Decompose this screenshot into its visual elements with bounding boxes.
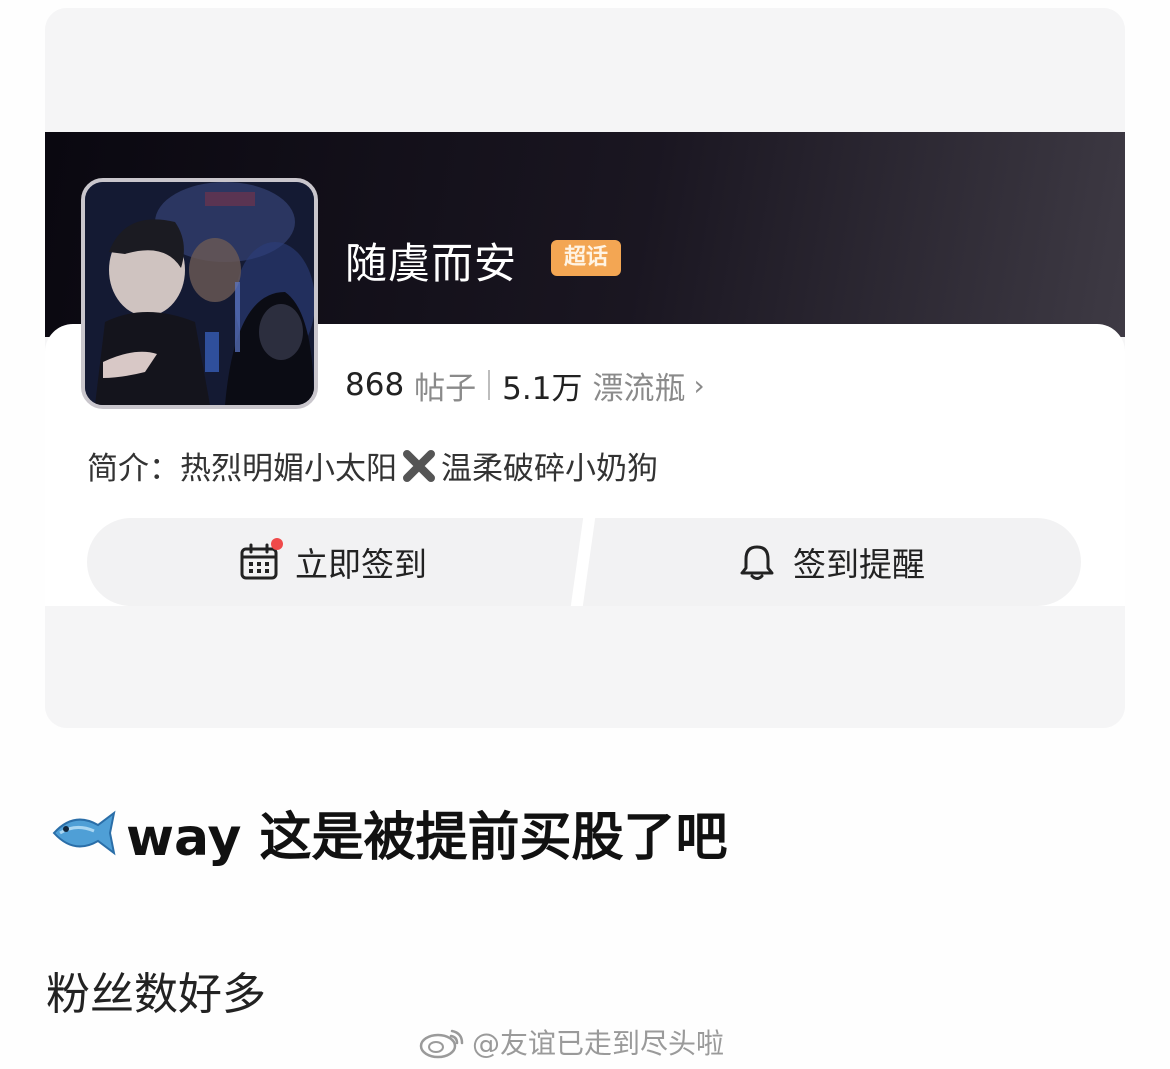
post-title: way 这是被提前买股了吧 — [50, 795, 728, 870]
calendar-icon — [239, 538, 283, 582]
super-topic-badge: 超话 — [551, 240, 621, 276]
posts-label: 帖子 — [414, 370, 477, 407]
bottles-label: 漂流瓶 — [592, 370, 686, 407]
post-body: 粉丝数好多 — [46, 969, 266, 1020]
intro-text-part2: 温柔破碎小奶狗 — [441, 451, 658, 487]
cross-mark-icon — [401, 448, 437, 484]
stats-divider — [488, 370, 491, 400]
checkin-button[interactable]: 立即签到 — [239, 518, 427, 606]
post-title-text: way 这是被提前买股了吧 — [126, 808, 728, 868]
posts-count: 868 — [345, 367, 405, 403]
card-top-area — [45, 8, 1125, 132]
topic-avatar[interactable] — [81, 178, 318, 409]
watermark: @友谊已走到尽头啦 — [418, 1024, 724, 1060]
reminder-label: 签到提醒 — [793, 545, 925, 584]
avatar-image — [85, 182, 314, 405]
super-topic-card[interactable]: 随虞而安 超话 868 帖子 5.1万 漂流瓶 › 简介： 热烈明媚小太阳 温柔… — [45, 8, 1125, 728]
bell-icon — [737, 542, 777, 582]
bottles-count: 5.1万 — [502, 370, 583, 407]
checkin-label: 立即签到 — [295, 545, 427, 584]
screen: 随虞而安 超话 868 帖子 5.1万 漂流瓶 › 简介： 热烈明媚小太阳 温柔… — [0, 0, 1170, 1069]
intro-label: 简介： — [87, 451, 180, 487]
fish-icon — [52, 810, 116, 855]
intro-text-part1: 热烈明媚小太阳 — [180, 451, 397, 487]
weibo-logo-icon — [419, 1029, 464, 1059]
watermark-text: @友谊已走到尽头啦 — [472, 1027, 725, 1060]
topic-stats[interactable]: 868 帖子 5.1万 漂流瓶 › — [345, 363, 705, 407]
topic-intro: 简介： 热烈明媚小太阳 温柔破碎小奶狗 — [87, 443, 658, 488]
topic-name: 随虞而安 — [345, 239, 518, 288]
chevron-right-icon: › — [693, 368, 705, 402]
action-buttons: 立即签到 签到提醒 — [87, 518, 1081, 606]
button-divider — [570, 518, 596, 606]
notification-dot — [271, 538, 283, 550]
checkin-reminder-button[interactable]: 签到提醒 — [737, 518, 925, 606]
card-bottom-area — [45, 606, 1125, 728]
